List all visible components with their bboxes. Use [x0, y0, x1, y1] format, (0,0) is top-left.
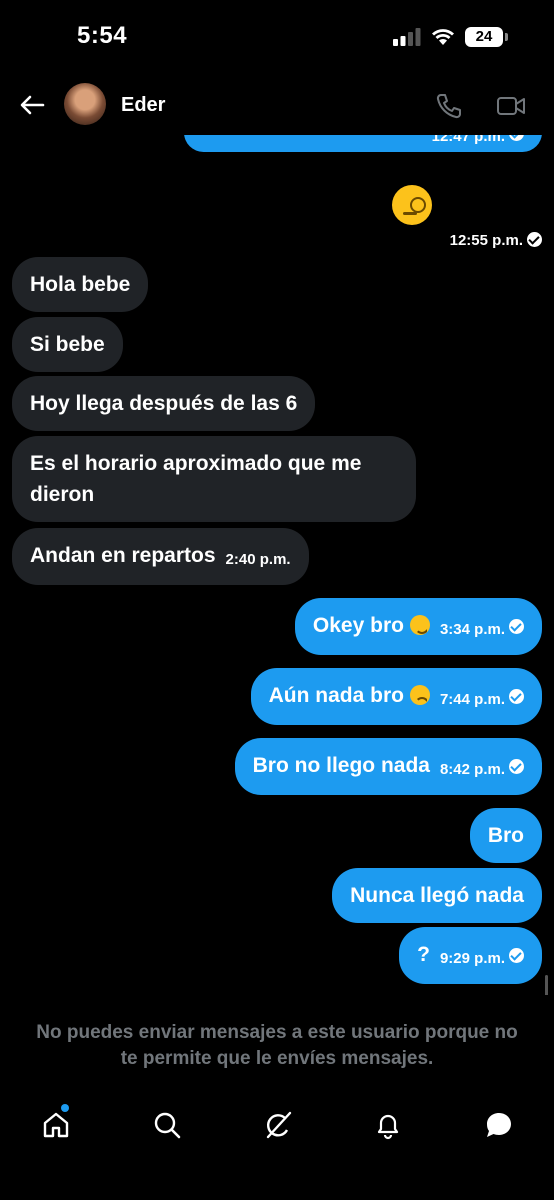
back-arrow-icon[interactable]	[18, 91, 46, 119]
incoming-message[interactable]: Hola bebe	[12, 257, 149, 312]
message-text: Hola bebe	[30, 273, 131, 296]
cannot-message-notice: No puedes enviar mensajes a este usuario…	[0, 1020, 554, 1072]
bell-icon[interactable]	[373, 1110, 403, 1140]
bottom-tab-bar	[0, 1100, 554, 1150]
message-time: 8:42 p.m.	[439, 761, 505, 778]
read-check-icon	[509, 759, 524, 774]
message-text: Bro no llego nada	[252, 754, 430, 777]
message-text: ?	[417, 943, 430, 966]
home-icon[interactable]	[41, 1110, 71, 1140]
message-time: 12:55 p.m.	[449, 232, 523, 249]
incoming-message[interactable]: Andan en repartos 2:40 p.m.	[12, 528, 309, 585]
frowning-face-icon	[409, 685, 430, 705]
video-camera-icon[interactable]	[496, 93, 526, 119]
outgoing-message[interactable]: Aún nada bro 7:44 p.m.	[250, 668, 542, 725]
face-with-monocle-icon	[392, 185, 432, 225]
status-time: 5:54	[77, 22, 128, 49]
chat-header: Eder	[0, 75, 554, 135]
read-check-icon	[527, 232, 542, 247]
message-text: Si bebe	[30, 333, 105, 356]
message-time: 9:29 p.m.	[439, 950, 505, 967]
outgoing-message-partial[interactable]: camino 12:47 p.m.	[184, 135, 542, 152]
chat-messages[interactable]: camino 12:47 p.m. 12:55 p.m. Hola bebe S…	[0, 135, 554, 995]
cellular-signal-icon	[393, 28, 421, 46]
incoming-message[interactable]: Si bebe	[12, 317, 123, 372]
incoming-message[interactable]: Hoy llega después de las 6	[12, 376, 316, 431]
read-check-icon	[509, 619, 524, 634]
grok-icon[interactable]	[263, 1110, 293, 1140]
outgoing-emoji-message[interactable]: 12:55 p.m.	[392, 185, 542, 249]
outgoing-message[interactable]: Nunca llegó nada	[332, 868, 542, 923]
notification-dot	[61, 1104, 69, 1112]
battery-tip	[505, 33, 508, 41]
read-check-icon	[509, 948, 524, 963]
message-text: Aún nada bro	[268, 684, 404, 707]
message-text: Okey bro	[312, 614, 404, 637]
message-time: 2:40 p.m.	[225, 551, 291, 568]
message-time: 3:34 p.m.	[439, 621, 505, 638]
read-check-icon	[509, 135, 524, 141]
outgoing-message[interactable]: Okey bro 3:34 p.m.	[294, 598, 542, 655]
outgoing-message[interactable]: Bro	[469, 808, 542, 863]
message-time: 12:47 p.m.	[431, 135, 505, 145]
message-text: Bro	[487, 824, 524, 847]
message-text: Andan en repartos	[30, 544, 216, 567]
message-text: Es el horario aproximado que me dieron	[30, 452, 362, 506]
read-check-icon	[509, 689, 524, 704]
messages-icon[interactable]	[484, 1110, 514, 1140]
contact-name[interactable]: Eder	[121, 94, 165, 117]
upside-down-face-icon	[409, 615, 430, 635]
message-text: Hoy llega después de las 6	[30, 392, 298, 415]
notice-text: No puedes enviar mensajes a este usuario…	[36, 1022, 518, 1069]
outgoing-message[interactable]: ? 9:29 p.m.	[399, 927, 542, 984]
avatar[interactable]	[64, 83, 106, 125]
battery-icon: 24	[465, 27, 503, 47]
phone-icon[interactable]	[435, 92, 463, 120]
message-time: 7:44 p.m.	[439, 691, 505, 708]
scrollbar[interactable]	[545, 975, 548, 995]
wifi-icon	[432, 29, 454, 45]
outgoing-message[interactable]: Bro no llego nada 8:42 p.m.	[234, 738, 542, 795]
status-bar: 5:54 24	[0, 0, 554, 75]
message-text: Nunca llegó nada	[350, 884, 524, 907]
incoming-message[interactable]: Es el horario aproximado que me dieron	[12, 436, 416, 522]
search-icon[interactable]	[152, 1110, 182, 1140]
